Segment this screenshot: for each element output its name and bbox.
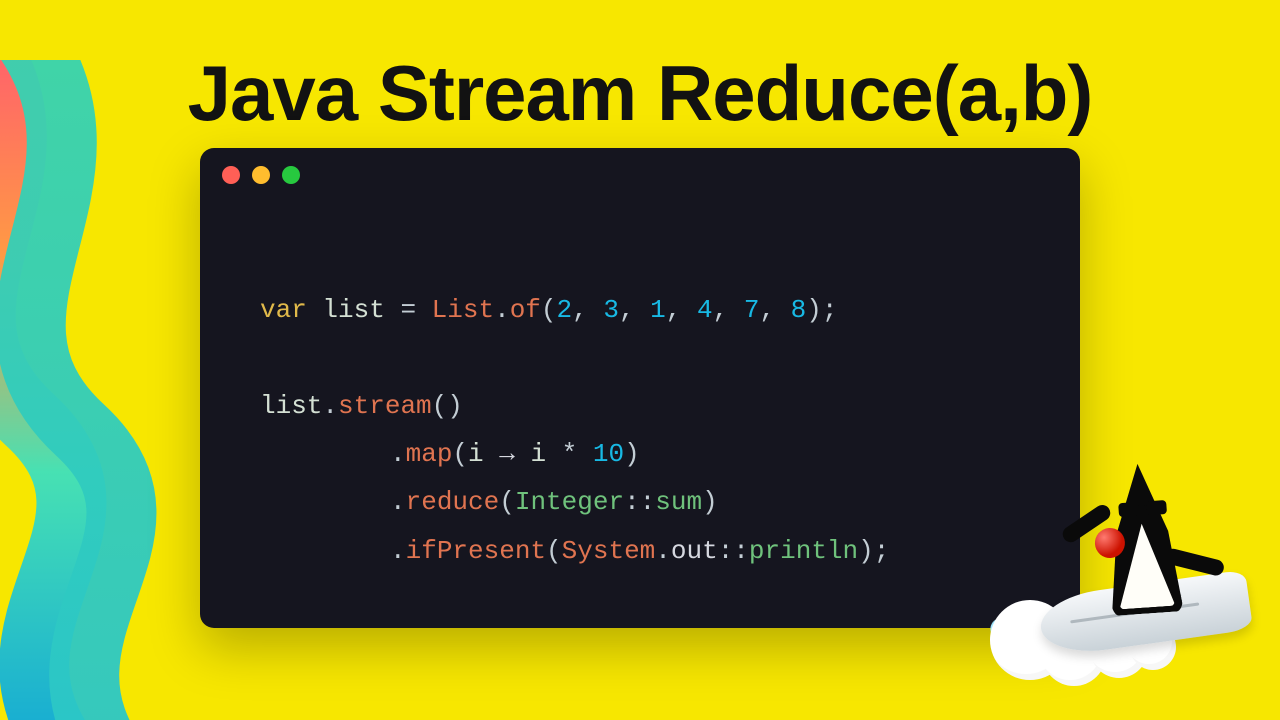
code-call: of	[510, 295, 541, 325]
code-number: 10	[593, 439, 624, 469]
surfboard-brand-label: ORACLE	[1134, 592, 1185, 609]
duke-character-icon	[1072, 440, 1204, 618]
window-traffic-lights	[222, 166, 300, 184]
code-arrow: →	[484, 439, 531, 469]
code-number: 4	[697, 295, 713, 325]
code-punct: .	[322, 391, 338, 421]
code-type: List	[432, 295, 494, 325]
code-identifier: list	[260, 391, 322, 421]
code-punct: .	[494, 295, 510, 325]
code-block: var list = List.of(2, 3, 1, 4, 7, 8); li…	[260, 238, 1040, 575]
code-field: out	[671, 536, 718, 566]
code-number: 8	[791, 295, 807, 325]
code-punct: ::	[624, 487, 655, 517]
code-call: ifPresent	[406, 536, 546, 566]
close-icon[interactable]	[222, 166, 240, 184]
code-punct: ,	[572, 295, 603, 325]
code-number: 2	[557, 295, 573, 325]
code-punct: .	[655, 536, 671, 566]
code-punct: (	[452, 439, 468, 469]
code-punct: =	[385, 295, 432, 325]
code-class: System	[562, 536, 656, 566]
zoom-icon[interactable]	[282, 166, 300, 184]
code-identifier: list	[322, 295, 384, 325]
code-punct: (	[546, 536, 562, 566]
jet-trail-icon	[999, 642, 1060, 668]
minimize-icon[interactable]	[252, 166, 270, 184]
code-punct: .	[390, 487, 406, 517]
code-punct: )	[702, 487, 718, 517]
code-editor-window: var list = List.of(2, 3, 1, 4, 7, 8); li…	[200, 148, 1080, 628]
code-number: 3	[603, 295, 619, 325]
code-punct: ,	[713, 295, 744, 325]
code-class: Integer	[515, 487, 624, 517]
code-call: reduce	[406, 487, 500, 517]
code-punct: .	[390, 439, 406, 469]
code-method: sum	[655, 487, 702, 517]
sunglasses-icon	[1118, 500, 1167, 519]
code-punct: .	[390, 536, 406, 566]
code-punct: ,	[619, 295, 650, 325]
code-keyword: var	[260, 295, 307, 325]
code-method: println	[749, 536, 858, 566]
code-punct: ::	[718, 536, 749, 566]
code-identifier: i	[530, 439, 546, 469]
code-punct: );	[806, 295, 837, 325]
code-punct: (	[541, 295, 557, 325]
code-number: 7	[744, 295, 760, 325]
code-punct: ,	[759, 295, 790, 325]
code-number: 1	[650, 295, 666, 325]
code-call: map	[406, 439, 453, 469]
decorative-ribbon	[0, 60, 180, 720]
page-title: Java Stream Reduce(a,b)	[0, 48, 1280, 139]
code-punct: (	[499, 487, 515, 517]
code-punct: *	[546, 439, 593, 469]
duke-nose-icon	[1094, 527, 1126, 559]
code-punct: )	[624, 439, 640, 469]
code-punct: );	[858, 536, 889, 566]
code-call: stream	[338, 391, 432, 421]
code-identifier: i	[468, 439, 484, 469]
code-punct: ,	[666, 295, 697, 325]
code-punct: ()	[432, 391, 463, 421]
